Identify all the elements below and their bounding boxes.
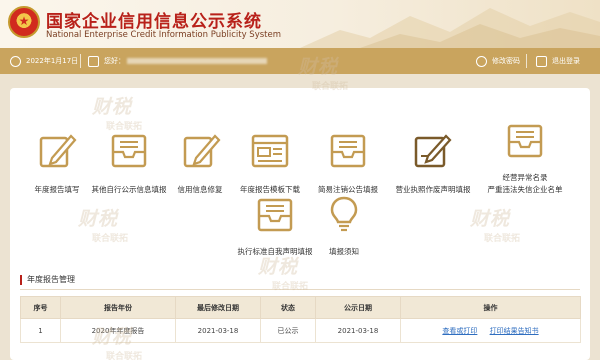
date-display: 2022年1月17日 — [10, 48, 78, 74]
row-published-date: 2021-03-18 — [315, 318, 401, 343]
abnormal-list-label-line1[interactable]: 经营异常名录 — [503, 172, 548, 183]
row-status: 已公示 — [260, 318, 316, 343]
column-header: 报告年份 — [60, 296, 176, 319]
divider — [80, 54, 81, 68]
print-notice-link[interactable]: 打印结果告知书 — [490, 327, 539, 335]
column-header: 最后修改日期 — [175, 296, 261, 319]
column-header: 状态 — [260, 296, 316, 319]
section-title-text: 年度报告管理 — [27, 275, 75, 284]
license-void-icon — [414, 134, 452, 168]
site-title: 国家企业信用信息公示系统 — [46, 12, 262, 32]
info-modify-label[interactable]: 信用信息修复 — [178, 184, 223, 195]
abnormal-list-icon — [507, 124, 543, 158]
notice-label[interactable]: 填报须知 — [329, 246, 359, 257]
standard-declaration-label[interactable]: 执行标准自我声明填报 — [238, 246, 313, 257]
annual-report-fill-label[interactable]: 年度报告填写 — [35, 184, 80, 195]
company-display: 您好： — [88, 48, 267, 74]
license-void-button[interactable] — [383, 132, 483, 170]
divider — [526, 54, 527, 68]
logout-link[interactable]: 退出登录 — [536, 48, 580, 74]
annual-report-table: 序号 报告年份 最后修改日期 状态 公示日期 操作 1 2020年年度报告 20… — [20, 296, 581, 343]
change-password-label: 修改密码 — [492, 57, 520, 65]
company-prefix: 您好： — [104, 57, 125, 65]
user-icon — [476, 55, 487, 67]
column-header: 公示日期 — [315, 296, 401, 319]
abnormal-list-label-line2[interactable]: 严重违法失信企业名单 — [488, 184, 563, 195]
site-header: ★ 国家企业信用信息公示系统 National Enterprise Credi… — [0, 0, 600, 48]
building-icon — [88, 55, 99, 67]
template-download-icon — [251, 134, 289, 168]
change-password-link[interactable]: 修改密码 — [476, 48, 520, 74]
clock-icon — [10, 55, 21, 67]
info-bar: 2022年1月17日 您好： 修改密码 退出登录 — [0, 48, 600, 74]
simple-cancel-icon — [330, 134, 366, 168]
section-divider — [20, 289, 580, 290]
redacted-company-name — [127, 58, 267, 64]
mountain-decoration — [300, 8, 600, 48]
logout-label: 退出登录 — [552, 57, 580, 65]
column-header: 操作 — [400, 296, 581, 319]
section-marker — [20, 274, 22, 285]
section-title: 年度报告管理 — [20, 274, 75, 285]
logout-icon — [536, 55, 547, 67]
column-header: 序号 — [20, 296, 61, 319]
national-emblem-icon: ★ — [8, 6, 40, 38]
table-row: 1 2020年年度报告 2021-03-18 已公示 2021-03-18 查看… — [20, 318, 581, 343]
date-text: 2022年1月17日 — [26, 57, 79, 65]
other-disclosure-label[interactable]: 其他自行公示信息填报 — [92, 184, 167, 195]
main-panel: 年度报告填写 其他自行公示信息填报 信用信息修复 年度报告模板下载 简易注销公告… — [10, 88, 590, 360]
license-void-label[interactable]: 营业执照作废声明填报 — [396, 184, 471, 195]
view-print-link[interactable]: 查看或打印 — [442, 327, 477, 335]
row-report-year: 2020年年度报告 — [60, 318, 176, 343]
standard-declaration-icon — [257, 198, 293, 232]
row-actions: 查看或打印 打印结果告知书 — [400, 318, 581, 343]
site-subtitle: National Enterprise Credit Information P… — [46, 30, 281, 40]
info-modify-icon — [183, 134, 221, 168]
table-header-row: 序号 报告年份 最后修改日期 状态 公示日期 操作 — [20, 296, 581, 319]
notice-button[interactable] — [294, 194, 394, 234]
lightbulb-icon — [330, 196, 358, 232]
row-modified-date: 2021-03-18 — [175, 318, 261, 343]
abnormal-list-button[interactable] — [475, 122, 575, 160]
row-index: 1 — [20, 318, 61, 343]
annual-report-fill-icon — [39, 134, 77, 168]
other-disclosure-icon — [111, 134, 147, 168]
template-download-label[interactable]: 年度报告模板下载 — [240, 184, 300, 195]
